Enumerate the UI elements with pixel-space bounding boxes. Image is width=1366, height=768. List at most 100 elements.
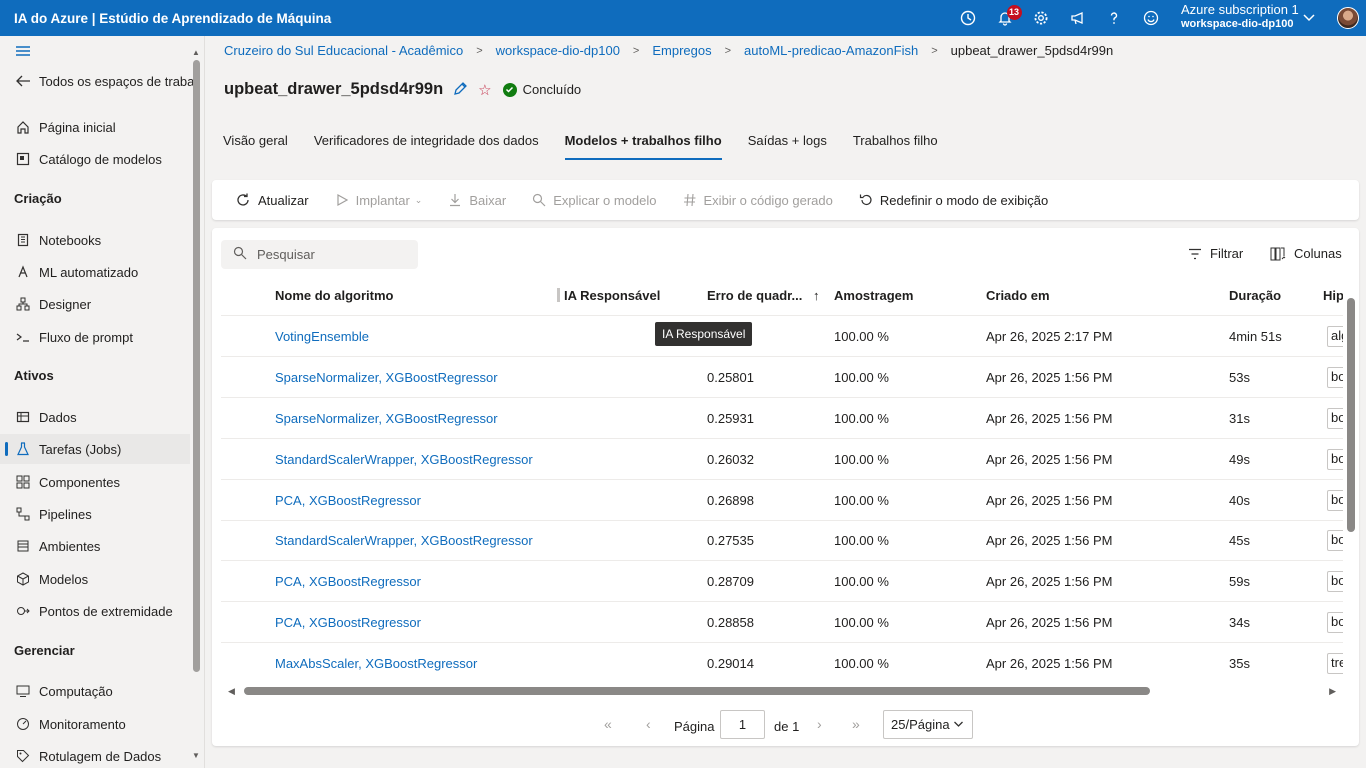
breadcrumb-link[interactable]: workspace-dio-dp100 xyxy=(496,43,620,58)
scroll-left-arrow[interactable]: ◀ xyxy=(228,686,235,697)
scrollbar-thumb[interactable] xyxy=(244,687,1150,695)
breadcrumb-link[interactable]: Empregos xyxy=(652,43,711,58)
help-icon[interactable] xyxy=(1096,0,1133,36)
sidebar-item-data[interactable]: Dados xyxy=(0,402,190,432)
tab-overview[interactable]: Visão geral xyxy=(223,124,288,158)
hyperparams-chip[interactable]: bo xyxy=(1327,612,1343,633)
table-row[interactable]: PCA, XGBoostRegressor 0.28709 100.00 % A… xyxy=(221,561,1343,602)
algorithm-link[interactable]: VotingEnsemble xyxy=(275,329,369,344)
smiley-icon[interactable] xyxy=(1133,0,1170,36)
sidebar-item-home[interactable]: Página inicial xyxy=(0,112,190,142)
clock-icon[interactable] xyxy=(950,0,987,36)
refresh-button[interactable]: Atualizar xyxy=(235,192,309,208)
column-header-responsible-ai[interactable]: IA Responsável xyxy=(564,288,660,303)
tab-child-jobs[interactable]: Trabalhos filho xyxy=(853,124,938,158)
megaphone-icon[interactable] xyxy=(1060,0,1097,36)
sidebar-item-notebooks[interactable]: Notebooks xyxy=(0,225,190,255)
bell-icon[interactable]: 13 xyxy=(987,0,1024,36)
algorithm-link[interactable]: StandardScalerWrapper, XGBoostRegressor xyxy=(275,533,533,548)
table-vertical-scrollbar[interactable] xyxy=(1347,284,1355,694)
sidebar-item-models[interactable]: Modelos xyxy=(0,564,190,594)
table-row[interactable]: MaxAbsScaler, XGBoostRegressor 0.29014 1… xyxy=(221,643,1343,682)
sidebar-item-prompt-flow[interactable]: Fluxo de prompt xyxy=(0,322,190,352)
table-row[interactable]: SparseNormalizer, XGBoostRegressor 0.258… xyxy=(221,357,1343,398)
breadcrumb-link[interactable]: Cruzeiro do Sul Educacional - Acadêmico xyxy=(224,43,463,58)
columns-button[interactable]: Colunas xyxy=(1270,246,1342,261)
hyperparams-chip[interactable]: bo xyxy=(1327,449,1343,470)
sidebar-item-catalog[interactable]: Catálogo de modelos xyxy=(0,144,190,174)
filter-button[interactable]: Filtrar xyxy=(1188,246,1243,261)
page-size-select[interactable]: 25/Página xyxy=(883,710,973,739)
column-header-error[interactable]: Erro de quadr... ↑ xyxy=(707,288,819,303)
algorithm-link[interactable]: StandardScalerWrapper, XGBoostRegressor xyxy=(275,452,533,467)
view-code-button[interactable]: Exibir o código gerado xyxy=(683,193,833,208)
hyperparams-chip[interactable]: bo xyxy=(1327,408,1343,429)
last-page-icon[interactable]: » xyxy=(852,716,860,732)
hyperparams-chip[interactable]: bo xyxy=(1327,490,1343,511)
sidebar-item-labeling[interactable]: Rotulagem de Dados xyxy=(0,741,190,768)
sidebar-item-endpoints[interactable]: Pontos de extremidade xyxy=(0,596,190,626)
hyperparams-chip[interactable]: bo xyxy=(1327,571,1343,592)
algorithm-link[interactable]: PCA, XGBoostRegressor xyxy=(275,493,421,508)
sidebar-item-environments[interactable]: Ambientes xyxy=(0,531,190,561)
sidebar-item-monitoring[interactable]: Monitoramento xyxy=(0,709,190,739)
scroll-down-arrow[interactable]: ▼ xyxy=(192,751,200,760)
sidebar-item-designer[interactable]: Designer xyxy=(0,289,190,319)
column-header-algorithm[interactable]: Nome do algoritmo xyxy=(275,288,393,303)
subscription-selector[interactable]: Azure subscription 1 workspace-dio-dp100 xyxy=(1181,3,1299,31)
algorithm-link[interactable]: PCA, XGBoostRegressor xyxy=(275,615,421,630)
hamburger-button[interactable] xyxy=(0,36,190,66)
search-input[interactable] xyxy=(257,247,407,262)
chevron-down-icon[interactable] xyxy=(1302,10,1316,27)
column-header-sampling[interactable]: Amostragem xyxy=(834,288,913,303)
sidebar-item-compute[interactable]: Computação xyxy=(0,676,190,706)
sidebar-item-back[interactable]: Todos os espaços de trabal xyxy=(0,66,197,96)
sidebar-scrollbar[interactable] xyxy=(193,60,200,672)
hyperparams-chip[interactable]: tre xyxy=(1327,653,1343,674)
table-row[interactable]: VotingEnsemble 100.00 % Apr 26, 2025 2:1… xyxy=(221,316,1343,357)
sidebar-item-components[interactable]: Componentes xyxy=(0,467,190,497)
table-horizontal-scrollbar[interactable]: ◀ ▶ xyxy=(226,686,1336,696)
sidebar-item-jobs[interactable]: Tarefas (Jobs) xyxy=(0,434,190,464)
algorithm-link[interactable]: SparseNormalizer, XGBoostRegressor xyxy=(275,411,498,426)
page-number-input[interactable]: 1 xyxy=(720,710,765,739)
table-row[interactable]: StandardScalerWrapper, XGBoostRegressor … xyxy=(221,520,1343,561)
column-header-duration[interactable]: Duração xyxy=(1229,288,1281,303)
table-row[interactable]: PCA, XGBoostRegressor 0.28858 100.00 % A… xyxy=(221,602,1343,643)
reset-view-button[interactable]: Redefinir o modo de exibição xyxy=(859,193,1048,208)
sidebar-item-automl[interactable]: ML automatizado xyxy=(0,257,190,287)
first-page-icon[interactable]: « xyxy=(604,716,612,732)
breadcrumb-link[interactable]: autoML-predicao-AmazonFish xyxy=(744,43,918,58)
column-resize-handle[interactable] xyxy=(557,288,560,302)
column-header-created[interactable]: Criado em xyxy=(986,288,1050,303)
star-icon[interactable]: ☆ xyxy=(478,81,491,99)
column-header-hyperparams[interactable]: Hip xyxy=(1323,288,1343,303)
sidebar-item-pipelines[interactable]: Pipelines xyxy=(0,499,190,529)
tab-outputs-logs[interactable]: Saídas + logs xyxy=(748,124,827,158)
deploy-button[interactable]: Implantar ⌄ xyxy=(335,193,422,208)
scroll-right-arrow[interactable]: ▶ xyxy=(1329,686,1336,697)
explain-model-button[interactable]: Explicar o modelo xyxy=(532,193,657,208)
app-title[interactable]: IA do Azure | Estúdio de Aprendizado de … xyxy=(0,11,331,26)
download-button[interactable]: Baixar xyxy=(448,193,506,208)
tab-data-guardrails[interactable]: Verificadores de integridade dos dados xyxy=(314,124,539,158)
scrollbar-thumb[interactable] xyxy=(1347,298,1355,532)
table-row[interactable]: StandardScalerWrapper, XGBoostRegressor … xyxy=(221,439,1343,480)
algorithm-link[interactable]: SparseNormalizer, XGBoostRegressor xyxy=(275,370,498,385)
scroll-up-arrow[interactable]: ▲ xyxy=(192,48,200,57)
hyperparams-chip[interactable]: bo xyxy=(1327,530,1343,551)
hyperparams-chip[interactable]: bo xyxy=(1327,367,1343,388)
table-row[interactable]: SparseNormalizer, XGBoostRegressor 0.259… xyxy=(221,398,1343,439)
next-page-icon[interactable]: › xyxy=(817,716,822,732)
search-box[interactable] xyxy=(221,240,418,269)
prev-page-icon[interactable]: ‹ xyxy=(646,716,651,732)
hyperparams-chip[interactable]: alg xyxy=(1327,326,1343,347)
algorithm-link[interactable]: PCA, XGBoostRegressor xyxy=(275,574,421,589)
table-row[interactable]: PCA, XGBoostRegressor 0.26898 100.00 % A… xyxy=(221,480,1343,521)
tab-models[interactable]: Modelos + trabalhos filho xyxy=(564,124,722,160)
sampling-cell: 100.00 % xyxy=(834,329,889,344)
pencil-icon[interactable] xyxy=(453,81,468,99)
avatar[interactable] xyxy=(1337,7,1359,29)
algorithm-link[interactable]: MaxAbsScaler, XGBoostRegressor xyxy=(275,656,477,671)
gear-icon[interactable] xyxy=(1023,0,1060,36)
